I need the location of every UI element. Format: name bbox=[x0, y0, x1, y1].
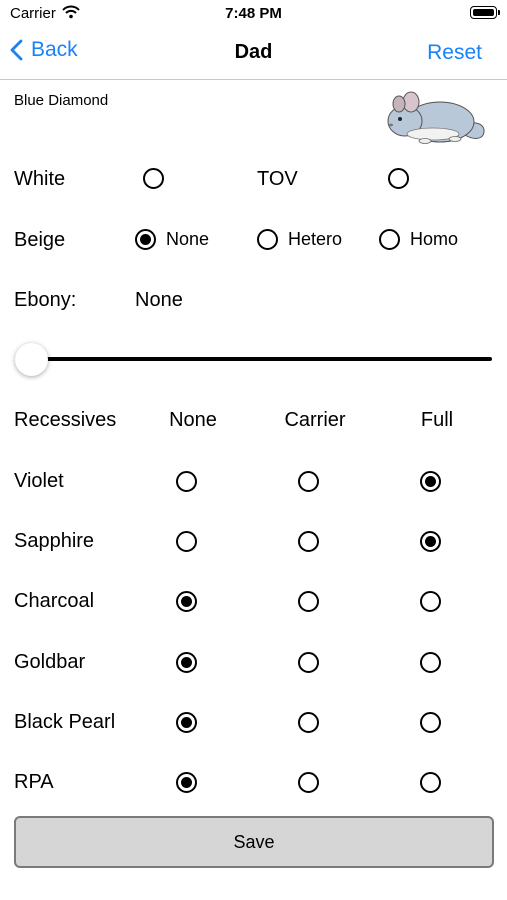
recessive-full-radio[interactable] bbox=[420, 772, 441, 793]
recessive-none-radio[interactable] bbox=[176, 652, 197, 673]
color-name: Blue Diamond bbox=[14, 92, 109, 109]
beige-hetero-radio[interactable] bbox=[257, 229, 278, 250]
column-none: None bbox=[169, 409, 217, 431]
ebony-slider-track[interactable] bbox=[30, 357, 492, 361]
recessive-carrier-radio[interactable] bbox=[298, 772, 319, 793]
recessive-label: Violet bbox=[14, 470, 64, 492]
navigation-bar: Back Dad Reset bbox=[0, 28, 507, 80]
chinchilla-image bbox=[385, 88, 489, 153]
tov-radio[interactable] bbox=[388, 168, 409, 189]
recessive-full-radio[interactable] bbox=[420, 531, 441, 552]
recessive-carrier-radio[interactable] bbox=[298, 531, 319, 552]
ebony-slider-thumb[interactable] bbox=[15, 343, 48, 376]
recessive-label: Charcoal bbox=[14, 590, 95, 612]
ebony-value: None bbox=[135, 289, 183, 311]
clock: 7:48 PM bbox=[225, 5, 282, 22]
recessive-full-radio[interactable] bbox=[420, 652, 441, 673]
recessive-none-radio[interactable] bbox=[176, 591, 197, 612]
white-label: White bbox=[14, 168, 66, 190]
recessive-none-radio[interactable] bbox=[176, 712, 197, 733]
recessive-carrier-radio[interactable] bbox=[298, 712, 319, 733]
battery-icon bbox=[470, 6, 500, 19]
beige-homo-label: Homo bbox=[410, 229, 459, 249]
beige-none-radio[interactable] bbox=[135, 229, 156, 250]
column-carrier: Carrier bbox=[284, 409, 346, 431]
white-radio[interactable] bbox=[143, 168, 164, 189]
beige-none-label: None bbox=[166, 229, 210, 249]
recessive-carrier-radio[interactable] bbox=[298, 591, 319, 612]
reset-button[interactable]: Reset bbox=[427, 41, 482, 65]
recessive-carrier-radio[interactable] bbox=[298, 652, 319, 673]
column-full: Full bbox=[420, 409, 454, 431]
recessive-none-radio[interactable] bbox=[176, 471, 197, 492]
save-button[interactable]: Save bbox=[14, 816, 494, 868]
save-label: Save bbox=[233, 831, 275, 852]
recessive-label: Sapphire bbox=[14, 530, 95, 552]
recessive-none-radio[interactable] bbox=[176, 772, 197, 793]
beige-hetero-label: Hetero bbox=[288, 229, 343, 249]
recessive-label: RPA bbox=[14, 771, 54, 793]
recessive-full-radio[interactable] bbox=[420, 471, 441, 492]
recessive-carrier-radio[interactable] bbox=[298, 471, 319, 492]
recessive-label: Black Pearl bbox=[14, 711, 116, 733]
recessives-label: Recessives bbox=[14, 409, 117, 431]
recessive-full-radio[interactable] bbox=[420, 591, 441, 612]
tov-label: TOV bbox=[257, 168, 298, 190]
recessive-label: Goldbar bbox=[14, 651, 86, 673]
beige-label: Beige bbox=[14, 229, 66, 251]
recessive-none-radio[interactable] bbox=[176, 531, 197, 552]
status-bar: Carrier 7:48 PM bbox=[0, 0, 507, 28]
beige-homo-radio[interactable] bbox=[379, 229, 400, 250]
ebony-label: Ebony: bbox=[14, 289, 77, 311]
recessive-full-radio[interactable] bbox=[420, 712, 441, 733]
